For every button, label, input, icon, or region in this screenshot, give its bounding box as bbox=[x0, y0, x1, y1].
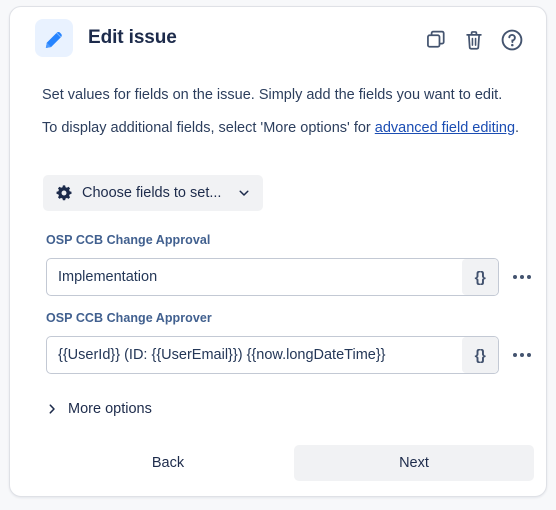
chevron-right-icon bbox=[46, 403, 58, 415]
dot bbox=[520, 275, 524, 279]
field-row-osp-ccb-change-approval: Implementation {} bbox=[46, 258, 537, 296]
dot bbox=[527, 275, 531, 279]
pencil-icon bbox=[35, 19, 73, 57]
choose-fields-label: Choose fields to set... bbox=[82, 185, 222, 201]
description-line-2: To display additional fields, select 'Mo… bbox=[42, 117, 520, 139]
input-osp-ccb-change-approver[interactable]: {{UserId}} (ID: {{UserEmail}}) {{now.lon… bbox=[47, 347, 462, 363]
chevron-down-icon bbox=[237, 186, 251, 200]
smart-values-button-approver[interactable]: {} bbox=[462, 337, 498, 373]
dot bbox=[527, 353, 531, 357]
description-line-1: Set values for fields on the issue. Simp… bbox=[42, 87, 503, 103]
description-prefix: To display additional fields, select 'Mo… bbox=[42, 120, 375, 136]
choose-fields-button[interactable]: Choose fields to set... bbox=[43, 175, 264, 211]
field-label-osp-ccb-change-approver: OSP CCB Change Approver bbox=[46, 311, 212, 325]
more-actions-button-approval[interactable] bbox=[507, 262, 537, 292]
field-label-osp-ccb-change-approval: OSP CCB Change Approval bbox=[46, 233, 211, 247]
more-actions-button-approver[interactable] bbox=[507, 340, 537, 370]
trash-icon[interactable] bbox=[462, 28, 486, 52]
back-button[interactable]: Back bbox=[133, 445, 203, 481]
next-button[interactable]: Next bbox=[294, 445, 534, 481]
title-group: Edit issue bbox=[35, 19, 177, 57]
header-actions bbox=[424, 28, 524, 52]
dot bbox=[513, 275, 517, 279]
more-options-label: More options bbox=[68, 401, 152, 417]
description-suffix: . bbox=[515, 120, 520, 136]
input-wrapper-approval[interactable]: Implementation {} bbox=[46, 258, 499, 296]
field-row-osp-ccb-change-approver: {{UserId}} (ID: {{UserEmail}}) {{now.lon… bbox=[46, 336, 537, 374]
copy-icon[interactable] bbox=[424, 28, 448, 52]
input-wrapper-approver[interactable]: {{UserId}} (ID: {{UserEmail}}) {{now.lon… bbox=[46, 336, 499, 374]
page-title: Edit issue bbox=[88, 27, 177, 48]
card-header: Edit issue bbox=[10, 7, 546, 69]
gear-icon bbox=[55, 184, 73, 202]
advanced-field-editing-link[interactable]: advanced field editing bbox=[375, 120, 515, 136]
input-osp-ccb-change-approval[interactable]: Implementation bbox=[47, 269, 462, 285]
more-options-toggle[interactable]: More options bbox=[46, 401, 152, 417]
edit-issue-card: Edit issue Set values for fields on the … bbox=[9, 6, 547, 497]
smart-values-button-approval[interactable]: {} bbox=[462, 259, 498, 295]
dot bbox=[520, 353, 524, 357]
help-icon[interactable] bbox=[500, 28, 524, 52]
dot bbox=[513, 353, 517, 357]
